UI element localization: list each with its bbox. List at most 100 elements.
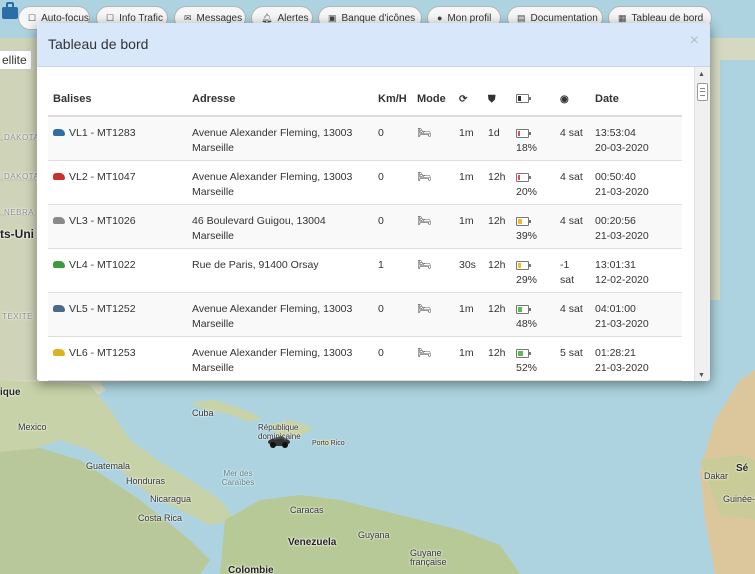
cell-battery: 20% — [511, 160, 555, 205]
table-icon: ▦ — [618, 12, 627, 23]
cell-mode: 🛏︎ — [412, 115, 454, 161]
map-label-guyane: Guyane française — [410, 548, 447, 567]
header-satellite[interactable]: ◉ — [555, 82, 590, 117]
battery-level-icon — [516, 260, 531, 270]
scroll-up-arrow-icon[interactable]: ▲ — [698, 71, 705, 78]
table-row[interactable]: VL2 - MT1047 Avenue Alexander Fleming, 13… — [48, 160, 682, 205]
cell-refresh: 1m — [454, 292, 483, 337]
header-shield[interactable]: ⛊ — [483, 82, 511, 117]
table-row[interactable]: VL5 - MT1252 Avenue Alexander Fleming, 13… — [48, 292, 682, 337]
cell-kmh: 1 — [373, 248, 412, 293]
table-row[interactable]: VL3 - MT1026 46 Boulevard Guigou, 13004 M… — [48, 204, 682, 249]
battery-level-icon — [516, 304, 531, 314]
cell-shield: 1d — [483, 115, 511, 161]
scroll-down-arrow-icon[interactable]: ▼ — [698, 372, 705, 379]
map-label-mexico: Mexico — [18, 422, 47, 432]
cell-adresse: Rue de Paris, 91400 Orsay — [187, 248, 373, 293]
header-balises[interactable]: Balises — [48, 82, 187, 117]
cell-balise[interactable]: VL4 - MT1022 — [48, 248, 187, 293]
cell-date: 00:50:40 21-03-2020 — [590, 160, 682, 205]
battery-fill — [518, 262, 521, 268]
envelope-icon: ✉ — [184, 12, 192, 23]
square-icon: ☐ — [106, 12, 115, 23]
map-label-colombie: Colombie — [228, 565, 274, 574]
map-label-mexique: ique — [0, 387, 21, 398]
cell-date: 13:53:04 20-03-2020 — [590, 115, 682, 161]
cell-balise[interactable]: VL6 - MT1253 — [48, 336, 187, 381]
cell-refresh: 1m — [454, 380, 483, 381]
map-type-satellite-label[interactable]: ellite — [0, 50, 32, 70]
battery-percent: 48% — [516, 318, 538, 330]
header-kmh[interactable]: Km/H — [373, 82, 412, 117]
bed-icon: 🛏︎ — [417, 171, 431, 183]
square-icon: ☐ — [28, 12, 37, 23]
header-mode[interactable]: Mode — [412, 82, 454, 117]
bed-icon: 🛏︎ — [417, 347, 431, 359]
map-label-nebraska: NEBRA — [4, 208, 35, 217]
scrollbar-thumb[interactable] — [697, 83, 708, 101]
cell-date: 00:20:56 21-03-2020 — [590, 204, 682, 249]
table-row[interactable]: VL6 - MT1253 Avenue Alexander Fleming, 13… — [48, 336, 682, 381]
table-row[interactable]: VL7 - MT1254Avenue Alexander Fleming, 13… — [48, 380, 682, 381]
info-trafic-label: Info Trafic — [119, 12, 163, 24]
satellite-icon: ◉ — [560, 93, 569, 105]
header-battery[interactable] — [511, 82, 555, 117]
cell-kmh: 0 — [373, 115, 412, 161]
beacons-table-container: Balises Adresse Km/H Mode ⟳ ⛊ ◉ Date VL1… — [48, 82, 682, 381]
battery-level-icon — [516, 128, 531, 138]
battery-percent: 29% — [516, 274, 538, 286]
table-row[interactable]: VL4 - MT1022 Rue de Paris, 91400 Orsay 1 🛏︎… — [48, 248, 682, 293]
bed-icon: 🛏︎ — [417, 127, 431, 139]
cell-balise[interactable]: VL2 - MT1047 — [48, 160, 187, 205]
map-label-etats-unis: ts-Uni — [0, 227, 34, 241]
cell-balise[interactable]: VL3 - MT1026 — [48, 204, 187, 249]
balise-name: VL6 - MT1253 — [69, 347, 136, 359]
banque-icones-label: Banque d'icônes — [341, 12, 416, 24]
date-value: 21-03-2020 — [595, 230, 649, 242]
balise-name: VL5 - MT1252 — [69, 303, 136, 315]
cell-balise[interactable]: VL7 - MT1254 — [48, 380, 187, 381]
date-value: 21-03-2020 — [595, 186, 649, 198]
cell-shield: 12h — [483, 160, 511, 205]
cell-adresse: Avenue Alexander Fleming, 13003 Marseill… — [187, 336, 373, 381]
car-icon — [53, 172, 65, 180]
close-icon[interactable]: × — [690, 32, 699, 50]
cell-mode: 🛏︎ — [412, 380, 454, 381]
cell-shield: 12h — [483, 336, 511, 381]
cell-refresh: 1m — [454, 204, 483, 249]
cell-satellites: 4 sat — [555, 292, 590, 337]
map-label-honduras: Honduras — [126, 476, 166, 486]
header-refresh[interactable]: ⟳ — [454, 82, 483, 117]
cell-battery: 39% — [511, 204, 555, 249]
cell-refresh: 1m — [454, 160, 483, 205]
modal-scrollbar[interactable]: ▲ ▼ — [694, 67, 710, 381]
shield-icon: ⛊ — [488, 93, 496, 105]
header-date[interactable]: Date — [590, 82, 682, 117]
modal-body[interactable]: Balises Adresse Km/H Mode ⟳ ⛊ ◉ Date VL1… — [37, 67, 710, 381]
bed-icon: 🛏︎ — [417, 215, 431, 227]
bed-icon: 🛏︎ — [417, 303, 431, 315]
balise-name: VL1 - MT1283 — [69, 127, 136, 139]
cell-satellites: -1 sat — [555, 248, 590, 293]
modal-title: Tableau de bord — [48, 36, 149, 52]
cell-balise[interactable]: VL5 - MT1252 — [48, 292, 187, 337]
battery-icon — [516, 94, 531, 104]
cell-refresh: 1m — [454, 336, 483, 381]
header-adresse[interactable]: Adresse — [187, 82, 373, 117]
map-vehicle-marker-icon[interactable] — [266, 433, 292, 449]
map-label-texas: TEXITE — [2, 312, 34, 321]
map-label-costa-rica: Costa Rica — [138, 513, 183, 523]
refresh-icon: ⟳ — [459, 93, 468, 105]
image-icon: ▣ — [328, 12, 337, 23]
cell-date: 23:19:35 — [590, 380, 682, 381]
balise-name: VL4 - MT1022 — [69, 259, 136, 271]
car-icon — [53, 304, 65, 312]
table-row[interactable]: VL1 - MT1283 Avenue Alexander Fleming, 13… — [48, 115, 682, 161]
balise-name: VL2 - MT1047 — [69, 171, 136, 183]
bell-icon: 🔔︎ — [261, 12, 273, 23]
balise-name: VL3 - MT1026 — [69, 215, 136, 227]
auto-focus-label: Auto-focus — [41, 12, 89, 24]
cell-balise[interactable]: VL1 - MT1283 — [48, 115, 187, 161]
user-icon: ● — [437, 13, 443, 23]
cell-satellites: 4 sat — [555, 204, 590, 249]
